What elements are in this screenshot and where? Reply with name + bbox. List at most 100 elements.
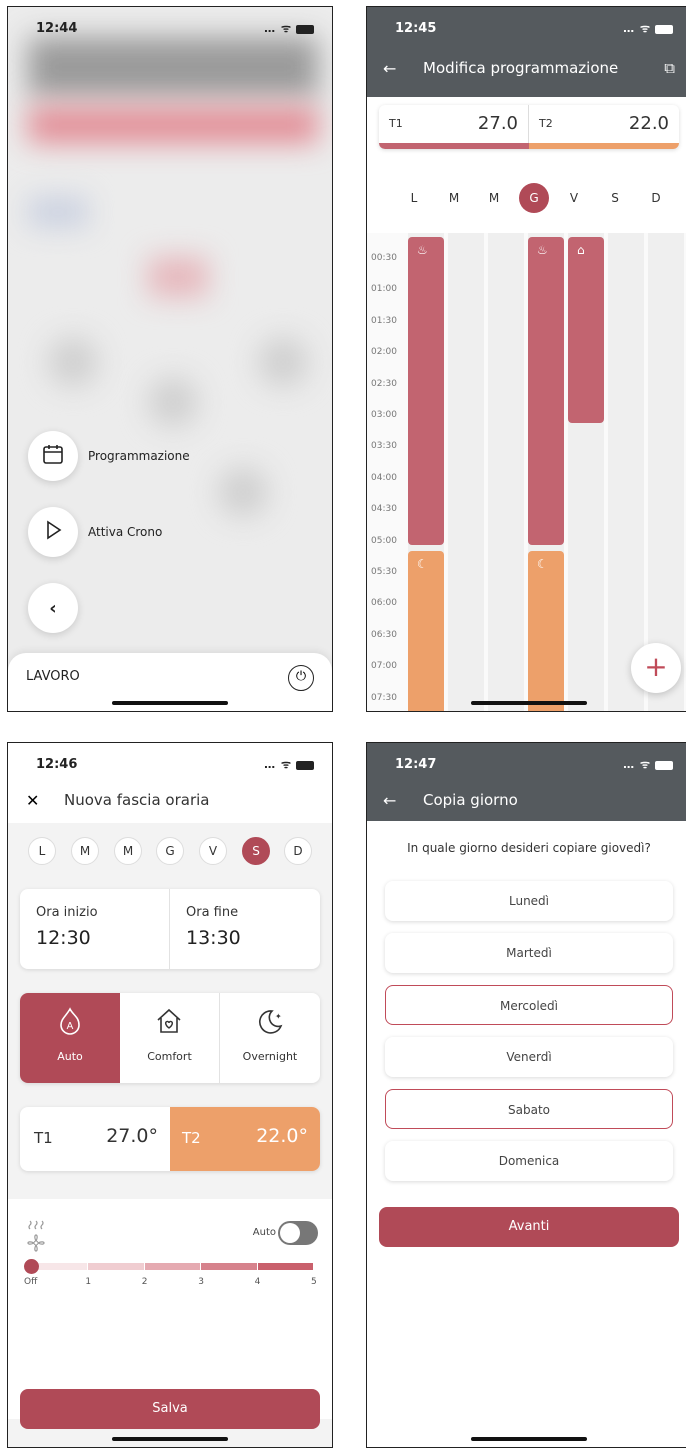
day-option-1[interactable]: Martedì bbox=[385, 933, 673, 973]
start-time-field[interactable]: Ora inizio 12:30 bbox=[20, 889, 170, 969]
t1-section[interactable]: T1 27.0° bbox=[20, 1107, 170, 1171]
day-m-2[interactable]: M bbox=[114, 837, 142, 865]
fan-level-segment[interactable] bbox=[144, 1263, 201, 1270]
mode-comfort-label: Comfort bbox=[147, 1050, 192, 1063]
fan-level-label: 2 bbox=[141, 1277, 148, 1287]
back-arrow-icon[interactable]: ← bbox=[383, 791, 396, 810]
day-column[interactable] bbox=[608, 233, 644, 711]
schedule-slot[interactable]: ☾ bbox=[408, 551, 444, 711]
power-button[interactable]: ⏻ bbox=[288, 665, 314, 691]
save-button[interactable]: Salva bbox=[20, 1389, 320, 1429]
day-m-2[interactable]: M bbox=[479, 183, 509, 213]
day-option-0[interactable]: Lunedì bbox=[385, 881, 673, 921]
play-icon bbox=[43, 520, 63, 545]
day-column[interactable] bbox=[648, 233, 684, 711]
day-g-3[interactable]: G bbox=[156, 837, 184, 865]
day-option-3[interactable]: Venerdì bbox=[385, 1037, 673, 1077]
mode-auto[interactable]: A Auto bbox=[20, 993, 120, 1083]
day-s-5[interactable]: S bbox=[242, 837, 270, 865]
status-time: 12:47 bbox=[395, 757, 437, 772]
day-option-2[interactable]: Mercoledì bbox=[385, 985, 673, 1025]
day-l-0[interactable]: L bbox=[399, 183, 429, 213]
flame-auto-icon: A bbox=[20, 1007, 120, 1042]
fan-level-label: 4 bbox=[254, 1277, 261, 1287]
play-button[interactable] bbox=[28, 507, 78, 557]
day-d-6[interactable]: D bbox=[284, 837, 312, 865]
blurred-element bbox=[48, 337, 98, 387]
fan-auto-toggle[interactable] bbox=[278, 1221, 318, 1245]
fan-level-label: 3 bbox=[198, 1277, 204, 1287]
fan-section: Auto Off 1 2 3 4 5 bbox=[8, 1199, 332, 1419]
start-time-label: Ora inizio bbox=[36, 905, 98, 920]
form-body: LMMGVSD Ora inizio 12:30 Ora fine 13:30 … bbox=[8, 823, 332, 1447]
day-v-4[interactable]: V bbox=[199, 837, 227, 865]
end-time-field[interactable]: Ora fine 13:30 bbox=[170, 889, 320, 969]
schedule-slot[interactable]: ⌂ bbox=[568, 237, 604, 423]
day-m-1[interactable]: M bbox=[439, 183, 469, 213]
day-column[interactable] bbox=[448, 233, 484, 711]
mode-overnight-label: Overnight bbox=[242, 1050, 298, 1063]
fan-level-segment[interactable] bbox=[257, 1263, 313, 1270]
next-button[interactable]: Avanti bbox=[379, 1207, 679, 1247]
close-icon[interactable]: ✕ bbox=[26, 791, 39, 810]
wifi-battery-icon: … ᯤ bbox=[623, 21, 673, 36]
fan-speed-slider[interactable]: Off 1 2 3 4 5 bbox=[24, 1259, 317, 1287]
moon-stars-icon: ✦ bbox=[220, 1007, 320, 1042]
time-label: 05:30 bbox=[371, 567, 397, 577]
page-title: Copia giorno bbox=[423, 791, 518, 809]
t2-section[interactable]: T2 22.0° bbox=[170, 1107, 320, 1171]
mode-comfort[interactable]: Comfort bbox=[120, 993, 220, 1083]
blurred-element bbox=[148, 377, 198, 427]
fan-level-segment[interactable] bbox=[32, 1263, 88, 1270]
t2-section[interactable]: T2 22.0 bbox=[529, 105, 679, 145]
mode-label: LAVORO bbox=[26, 669, 80, 684]
schedule-slot[interactable]: ♨ bbox=[528, 237, 564, 545]
day-m-1[interactable]: M bbox=[71, 837, 99, 865]
t2-value: 22.0 bbox=[628, 113, 669, 134]
day-s-5[interactable]: S bbox=[600, 183, 630, 213]
wifi-battery-icon: … ᯤ bbox=[623, 757, 673, 772]
day-option-4[interactable]: Sabato bbox=[385, 1089, 673, 1129]
time-label: 03:30 bbox=[371, 441, 397, 452]
fan-level-segment[interactable] bbox=[201, 1263, 257, 1270]
moon-icon: ☾ bbox=[537, 557, 548, 571]
schedule-slot[interactable]: ♨ bbox=[408, 237, 444, 545]
blurred-banner bbox=[28, 107, 318, 143]
calendar-icon bbox=[42, 443, 64, 470]
t1-section[interactable]: T1 27.0 bbox=[379, 105, 529, 145]
fan-level-label: 5 bbox=[311, 1277, 317, 1287]
programmazione-label[interactable]: Programmazione bbox=[88, 449, 190, 463]
wifi-battery-icon: … ᯤ bbox=[264, 21, 314, 36]
day-v-4[interactable]: V bbox=[559, 183, 589, 213]
svg-text:✦: ✦ bbox=[275, 1012, 282, 1021]
fan-slider-knob[interactable] bbox=[24, 1259, 39, 1274]
day-d-6[interactable]: D bbox=[641, 183, 671, 213]
copy-icon[interactable]: ⧉ bbox=[664, 59, 675, 77]
calendar-button[interactable] bbox=[28, 431, 78, 481]
add-button[interactable]: + bbox=[631, 643, 681, 693]
chevron-left-icon: ‹ bbox=[49, 597, 57, 619]
end-time-label: Ora fine bbox=[186, 905, 239, 920]
attiva-crono-label[interactable]: Attiva Crono bbox=[88, 525, 162, 539]
mode-overnight[interactable]: ✦ Overnight bbox=[220, 993, 320, 1083]
day-option-5[interactable]: Domenica bbox=[385, 1141, 673, 1181]
fan-icon bbox=[24, 1219, 50, 1257]
fan-level-label: 1 bbox=[85, 1277, 92, 1287]
time-card: Ora inizio 12:30 Ora fine 13:30 bbox=[20, 889, 320, 969]
status-bar: 12:47 … ᯤ bbox=[367, 743, 686, 783]
flame-icon: ♨ bbox=[417, 243, 428, 257]
phone-screen-copy-day: 12:47 … ᯤ ← Copia giorno In quale giorno… bbox=[366, 742, 686, 1448]
header: 12:45 … ᯤ ← Modifica programmazione ⧉ bbox=[367, 7, 686, 97]
day-g-3[interactable]: G bbox=[519, 183, 549, 213]
back-button[interactable]: ‹ bbox=[28, 583, 78, 633]
day-column[interactable] bbox=[488, 233, 524, 711]
time-label: 01:30 bbox=[371, 315, 397, 326]
back-arrow-icon[interactable]: ← bbox=[383, 59, 396, 78]
blurred-element bbox=[148, 257, 208, 297]
wifi-battery-icon: … ᯤ bbox=[264, 757, 314, 772]
status-time: 12:45 bbox=[395, 21, 437, 36]
fan-level-segment[interactable] bbox=[88, 1263, 144, 1270]
schedule-slot[interactable]: ☾ bbox=[528, 551, 564, 711]
day-l-0[interactable]: L bbox=[28, 837, 56, 865]
svg-text:A: A bbox=[67, 1021, 74, 1032]
